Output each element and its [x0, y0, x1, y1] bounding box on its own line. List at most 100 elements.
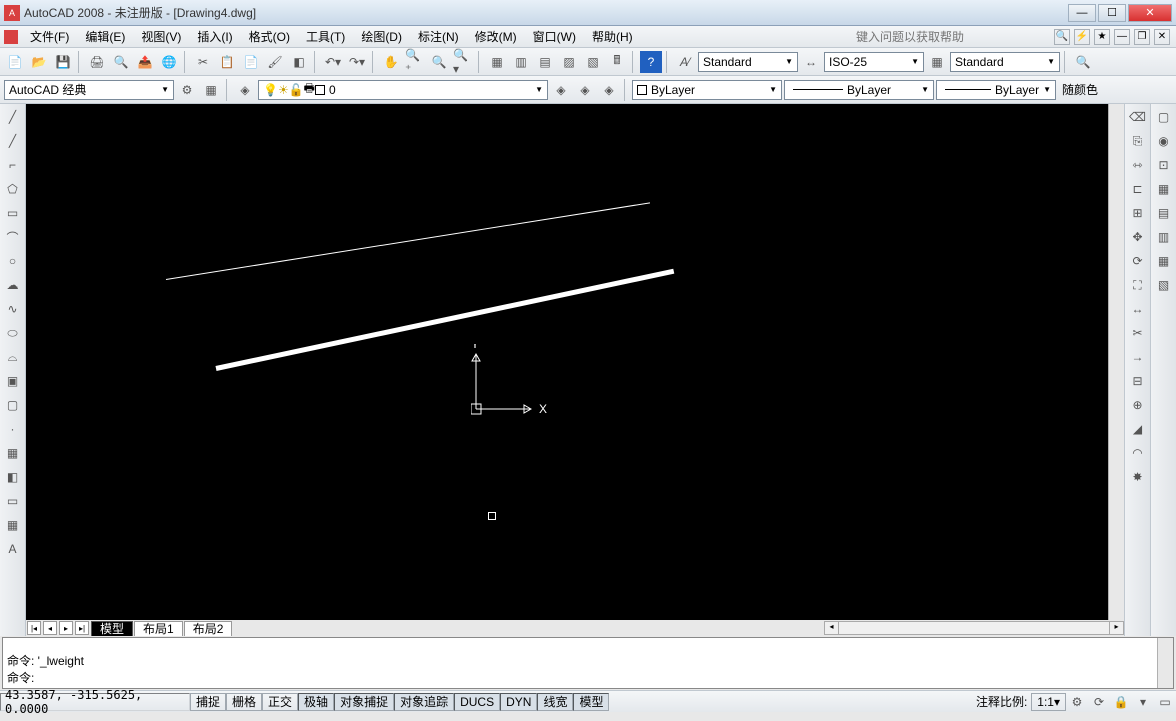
palette-4[interactable]: ▧ — [1153, 274, 1175, 296]
command-prompt[interactable]: 命令: — [7, 669, 1153, 686]
tab-prev[interactable]: ◂ — [43, 621, 57, 635]
menu-insert[interactable]: 插入(I) — [189, 26, 240, 47]
save-button[interactable]: 💾 — [52, 51, 74, 73]
palette-1[interactable]: ▤ — [1153, 202, 1175, 224]
zoom-rt-button[interactable]: 🔍⁺ — [404, 51, 426, 73]
menu-format[interactable]: 格式(O) — [241, 26, 298, 47]
tab-layout1[interactable]: 布局1 — [134, 621, 183, 636]
help-button[interactable]: ? — [640, 51, 662, 73]
vp-top[interactable]: ⊡ — [1153, 154, 1175, 176]
color-combo[interactable]: ByLayer▼ — [632, 80, 782, 100]
copy-button[interactable]: 📋 — [216, 51, 238, 73]
layer-mgr-button[interactable]: ◈ — [234, 79, 256, 101]
array-tool[interactable]: ⊞ — [1127, 202, 1149, 224]
grid-toggle[interactable]: 栅格 — [226, 693, 262, 711]
region-tool[interactable]: ▭ — [2, 490, 24, 512]
explode-tool[interactable]: ✸ — [1127, 466, 1149, 488]
xline-tool[interactable]: ╱ — [2, 130, 24, 152]
maximize-button[interactable]: ☐ — [1098, 4, 1126, 22]
spline-tool[interactable]: ∿ — [2, 298, 24, 320]
linetype-combo[interactable]: ByLayer▼ — [784, 80, 934, 100]
menu-draw[interactable]: 绘图(D) — [353, 26, 410, 47]
hatch-tool[interactable]: ▦ — [2, 442, 24, 464]
ws-settings-button[interactable]: ⚙ — [176, 79, 198, 101]
snap-toggle[interactable]: 捕捉 — [190, 693, 226, 711]
undo-button[interactable]: ↶▾ — [322, 51, 344, 73]
calc-button[interactable]: 🖩 — [606, 51, 628, 73]
open-button[interactable]: 📂 — [28, 51, 50, 73]
doc-restore-button[interactable]: ❐ — [1134, 29, 1150, 45]
move-tool[interactable]: ✥ — [1127, 226, 1149, 248]
rect-tool[interactable]: ▭ — [2, 202, 24, 224]
tab-next[interactable]: ▸ — [59, 621, 73, 635]
doc-close-button[interactable]: ✕ — [1154, 29, 1170, 45]
status-lock-button[interactable]: 🔒 — [1110, 691, 1132, 713]
join-tool[interactable]: ⊕ — [1127, 394, 1149, 416]
arc-tool[interactable]: ⌒ — [2, 226, 24, 248]
erase-tool[interactable]: ⌫ — [1127, 106, 1149, 128]
zoom-prev-button[interactable]: 🔍 — [428, 51, 450, 73]
chamfer-tool[interactable]: ◢ — [1127, 418, 1149, 440]
offset-tool[interactable]: ⊏ — [1127, 178, 1149, 200]
textstyle-icon[interactable]: A⁄ — [674, 51, 696, 73]
vscrollbar[interactable] — [1108, 104, 1124, 620]
point-tool[interactable]: · — [2, 418, 24, 440]
fillet-tool[interactable]: ◠ — [1127, 442, 1149, 464]
status-tray-button[interactable]: ▾ — [1132, 691, 1154, 713]
preview-button[interactable]: 🔍 — [110, 51, 132, 73]
menu-dim[interactable]: 标注(N) — [410, 26, 467, 47]
pline-tool[interactable]: ⌐ — [2, 154, 24, 176]
ellipsearc-tool[interactable]: ⌓ — [2, 346, 24, 368]
menu-modify[interactable]: 修改(M) — [467, 26, 525, 47]
star-icon[interactable]: ★ — [1094, 29, 1110, 45]
tablestyle-combo[interactable]: Standard▼ — [950, 52, 1060, 72]
search-icon[interactable]: 🔍 — [1054, 29, 1070, 45]
mirror-tool[interactable]: ⇿ — [1127, 154, 1149, 176]
revcloud-tool[interactable]: ☁ — [2, 274, 24, 296]
pan-button[interactable]: ✋ — [380, 51, 402, 73]
3dorbit[interactable]: ◉ — [1153, 130, 1175, 152]
plot-button[interactable]: 🌐 — [158, 51, 180, 73]
annoscale-combo[interactable]: 1:1 ▾ — [1031, 693, 1066, 711]
vp-config[interactable]: ▦ — [1153, 178, 1175, 200]
tablestyle-icon[interactable]: ▦ — [926, 51, 948, 73]
menu-tools[interactable]: 工具(T) — [298, 26, 353, 47]
print-button[interactable]: 🖨 — [86, 51, 108, 73]
paste-button[interactable]: 📄 — [240, 51, 262, 73]
model-toggle[interactable]: 模型 — [573, 693, 609, 711]
trim-tool[interactable]: ✂ — [1127, 322, 1149, 344]
copy-tool[interactable]: ⎘ — [1127, 130, 1149, 152]
dimstyle-icon[interactable]: ↔ — [800, 51, 822, 73]
table-tool[interactable]: ▦ — [2, 514, 24, 536]
tab-layout2[interactable]: 布局2 — [184, 621, 233, 636]
ortho-toggle[interactable]: 正交 — [262, 693, 298, 711]
close-button[interactable]: ✕ — [1128, 4, 1172, 22]
menu-file[interactable]: 文件(F) — [22, 26, 77, 47]
anno-vis-button[interactable]: ⚙ — [1066, 691, 1088, 713]
scale-tool[interactable]: ⛶ — [1127, 274, 1149, 296]
polygon-tool[interactable]: ⬠ — [2, 178, 24, 200]
layer-states-button[interactable]: ◈ — [550, 79, 572, 101]
line-tool[interactable]: ╱ — [2, 106, 24, 128]
tab-first[interactable]: |◂ — [27, 621, 41, 635]
command-window[interactable]: 命令: '_lweight 命令: — [2, 637, 1174, 689]
coordinates-readout[interactable]: 43.3587, -315.5625, 0.0000 — [0, 693, 190, 711]
palette-2[interactable]: ▥ — [1153, 226, 1175, 248]
tab-model[interactable]: 模型 — [91, 621, 133, 636]
menu-view[interactable]: 视图(V) — [133, 26, 189, 47]
zoom-window-button[interactable]: 🔍▾ — [452, 51, 474, 73]
ws-lock-button[interactable]: ▦ — [200, 79, 222, 101]
gradient-tool[interactable]: ◧ — [2, 466, 24, 488]
palette-3[interactable]: ▦ — [1153, 250, 1175, 272]
ssm-button[interactable]: ▨ — [558, 51, 580, 73]
insert-tool[interactable]: ▣ — [2, 370, 24, 392]
match-button[interactable]: 🖌 — [264, 51, 286, 73]
help-search-input[interactable] — [852, 30, 1052, 44]
lineweight-combo[interactable]: ByLayer▼ — [936, 80, 1056, 100]
markup-button[interactable]: ▧ — [582, 51, 604, 73]
layer-iso-button[interactable]: ◈ — [598, 79, 620, 101]
break-tool[interactable]: ⊟ — [1127, 370, 1149, 392]
minimize-button[interactable]: — — [1068, 4, 1096, 22]
dc-button[interactable]: ▥ — [510, 51, 532, 73]
props-button[interactable]: ▦ — [486, 51, 508, 73]
